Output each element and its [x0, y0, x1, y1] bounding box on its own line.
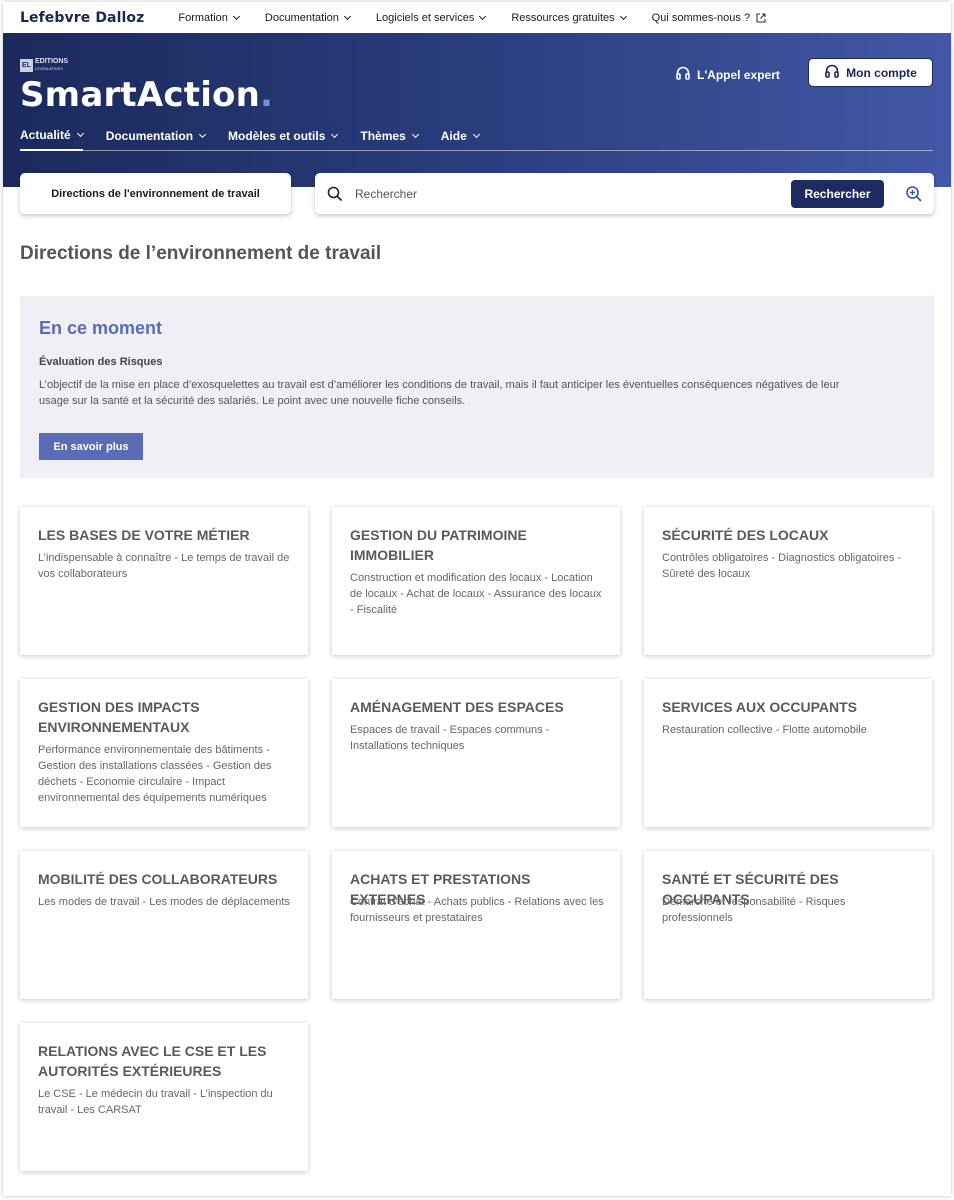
expert-call-link[interactable]: L'Appel expert [675, 65, 780, 84]
tab-aide[interactable]: Aide [440, 125, 480, 151]
card-description: Espaces de travail - Espaces communs - I… [350, 724, 550, 752]
tab-actualite[interactable]: Actualité [20, 125, 84, 151]
tab-modeles-outils[interactable]: Modèles et outils [228, 125, 339, 151]
topnav-documentation[interactable]: Documentation [264, 11, 351, 24]
card-description: Les modes de travail - Les modes de dépl… [38, 896, 290, 908]
chevron-down-icon [198, 130, 207, 139]
card-description: Performance environnementale des bâtimen… [38, 744, 272, 804]
hero-banner: EL EDITIONS LÉGISLATIVES SmartAction. L'… [3, 33, 951, 187]
topnav-ressources[interactable]: Ressources gratuites [511, 11, 627, 24]
chevron-down-icon [619, 12, 627, 20]
card-description: Le CSE - Le médecin du travail - L’inspe… [38, 1088, 273, 1116]
card-description: Contrat d’achat - Achats publics - Relat… [350, 896, 604, 924]
topnav-logiciels[interactable]: Logiciels et services [375, 11, 487, 24]
chevron-down-icon [343, 12, 351, 20]
theme-card[interactable]: RELATIONS AVEC LE CSE ET LES AUTORITÉS E… [20, 1023, 308, 1171]
page: Lefebvre Dalloz Formation Documentation … [3, 2, 951, 1196]
topnav-qui-sommes-nous[interactable]: Qui sommes-nous ? [652, 12, 766, 24]
search-icon [327, 186, 343, 202]
product-logo[interactable]: SmartAction. [20, 75, 273, 115]
theme-card[interactable]: MOBILITÉ DES COLLABORATEURS Les modes de… [20, 851, 308, 999]
chevron-down-icon [232, 12, 240, 20]
top-nav: Lefebvre Dalloz Formation Documentation … [3, 2, 951, 33]
headset-icon [824, 63, 840, 82]
featured-heading: En ce moment [39, 318, 163, 338]
editions-logo-mark: EL [20, 58, 33, 72]
tab-themes[interactable]: Thèmes [360, 125, 419, 151]
search-input[interactable] [355, 186, 791, 201]
theme-card[interactable]: GESTION DES IMPACTS ENVIRONNEMENTAUX Per… [20, 679, 308, 827]
search-button[interactable]: Rechercher [791, 179, 884, 208]
card-description: Contrôles obligatoires - Diagnostics obl… [662, 552, 902, 580]
theme-card[interactable]: AMÉNAGEMENT DES ESPACES Espaces de trava… [332, 679, 620, 827]
search-bar: Rechercher [315, 173, 934, 214]
featured-panel: En ce moment Évaluation des Risques L’ob… [20, 296, 934, 478]
headset-icon [675, 65, 691, 84]
topnav-formation[interactable]: Formation [178, 11, 240, 24]
card-title: GESTION DU PATRIMOINE IMMOBILIER [350, 527, 527, 563]
account-label: Mon compte [846, 65, 917, 80]
chevron-down-icon [472, 130, 480, 139]
card-description: Restauration collective - Flotte automob… [662, 724, 867, 736]
card-title: SÉCURITÉ DES LOCAUX [662, 527, 829, 543]
nav-divider [20, 150, 933, 151]
theme-card[interactable]: SÉCURITÉ DES LOCAUX Contrôles obligatoir… [644, 507, 932, 655]
editions-logo-line1: EDITIONS [35, 58, 69, 65]
topnav-label: Qui sommes-nous ? [651, 11, 751, 24]
main-nav: Actualité Documentation Modèles et outil… [20, 125, 502, 151]
topnav-label: Formation [178, 11, 228, 24]
theme-card[interactable]: LES BASES DE VOTRE MÉTIER L’indispensabl… [20, 507, 308, 655]
theme-card[interactable]: ACHATS ET PRESTATIONS EXTERNES Contrat d… [332, 851, 620, 999]
chevron-down-icon [331, 130, 339, 139]
card-description: Construction et modification des locaux … [350, 572, 602, 616]
product-dot: . [260, 75, 274, 115]
tab-documentation[interactable]: Documentation [105, 125, 207, 151]
theme-card[interactable]: SANTÉ ET SÉCURITÉ DES OCCUPANTS Démarche… [644, 851, 932, 999]
search-scope-label: Directions de l'environnement de travail [51, 187, 260, 200]
card-title: SERVICES AUX OCCUPANTS [662, 699, 857, 715]
card-title: LES BASES DE VOTRE MÉTIER [38, 527, 250, 543]
tab-label: Documentation [105, 129, 194, 143]
card-description: L’indispensable à connaître - Le temps d… [38, 552, 290, 580]
tab-label: Modèles et outils [228, 129, 326, 143]
page-title: Directions de l’environnement de travail [20, 243, 382, 264]
tab-label: Thèmes [360, 129, 406, 143]
learn-more-button[interactable]: En savoir plus [39, 433, 143, 460]
topnav-label: Logiciels et services [375, 11, 475, 24]
card-title: MOBILITÉ DES COLLABORATEURS [38, 871, 278, 887]
topnav-label: Documentation [264, 11, 339, 24]
brand-logo[interactable]: Lefebvre Dalloz [20, 10, 144, 26]
expert-call-label: L'Appel expert [697, 67, 780, 82]
account-button[interactable]: Mon compte [808, 58, 933, 87]
tab-label: Aide [440, 129, 467, 143]
chevron-down-icon [411, 130, 419, 139]
chevron-down-icon [479, 12, 487, 20]
advanced-search-icon[interactable] [905, 185, 923, 203]
card-title: AMÉNAGEMENT DES ESPACES [350, 699, 564, 715]
theme-card[interactable]: GESTION DU PATRIMOINE IMMOBILIER Constru… [332, 507, 620, 655]
external-link-icon [756, 12, 766, 23]
theme-card[interactable]: SERVICES AUX OCCUPANTS Restauration coll… [644, 679, 932, 827]
editions-logo-line2: LÉGISLATIVES [35, 66, 63, 71]
card-title: GESTION DES IMPACTS ENVIRONNEMENTAUX [38, 699, 200, 735]
featured-description: L’objectif de la mise en place d’exosque… [39, 379, 840, 407]
topnav-label: Ressources gratuites [511, 11, 615, 24]
product-name: SmartAction [20, 75, 261, 115]
featured-subtitle: Évaluation des Risques [39, 356, 163, 368]
card-description: Démarche et responsabilité - Risques pro… [662, 896, 846, 924]
tab-label: Actualité [20, 128, 71, 142]
chevron-down-icon [76, 129, 84, 138]
search-scope-selector[interactable]: Directions de l'environnement de travail [20, 173, 291, 214]
editions-logo-text: EDITIONS LÉGISLATIVES [35, 58, 68, 72]
card-title: RELATIONS AVEC LE CSE ET LES AUTORITÉS E… [38, 1043, 267, 1079]
editions-legislatives-logo: EL EDITIONS LÉGISLATIVES [20, 58, 68, 72]
